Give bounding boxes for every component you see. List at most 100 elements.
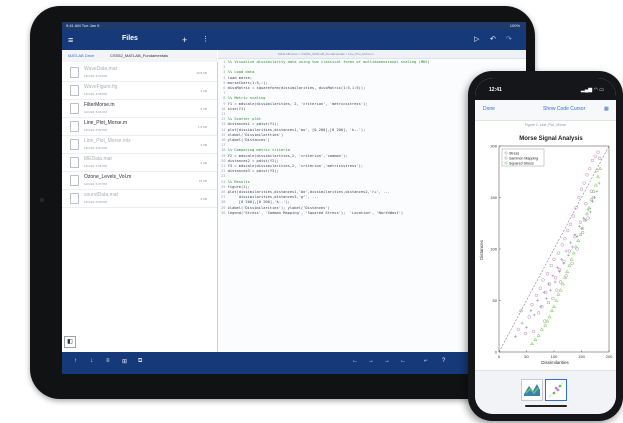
line-number: 28 [221,200,228,205]
code-text: load morse; [227,75,253,80]
grid-icon[interactable]: ▦ [604,106,609,112]
code-text: distances2 = pdist(Y2); [227,158,279,163]
file-row[interactable]: Line_Plot_Morse.mlx 12/1/19, 5:04 PM 3 KB [62,136,217,154]
line-number: 6 [221,86,228,91]
line-number: 10 [221,106,228,111]
file-path: MATLAB Drive > CSS52_MATLAB_Fundamentals… [278,52,374,56]
file-row[interactable]: soundData.mat 12/1/19, 5:09 PM 4 KB [62,190,217,208]
line-number: 9 [221,101,228,106]
plus-icon[interactable]: + [182,35,187,45]
menu-icon[interactable]: ≡ [68,35,73,45]
file-size: 3 KB [200,107,207,111]
code-text: plot(dissimilarities,distances1,'bo',dis… [227,190,390,195]
toolbar-tool-icon[interactable]: ← [352,358,358,364]
file-path-bar: MATLAB Drive > CSS52_MATLAB_Fundamentals… [218,50,526,59]
line-number: 25 [221,184,228,189]
done-button[interactable]: Done [483,106,495,112]
x-tick-label: 150 [578,354,585,359]
code-text: distances3 = pdist(Y3); [227,169,279,174]
code-text: legend('Stress', 'Sammon Mapping', 'Squa… [227,210,404,215]
toolbar-tool-icon[interactable]: ⧉ [138,358,142,365]
line-number: 17 [221,143,228,148]
code-text: xlabel('Dissimilarities'); ylabel('Dista… [227,205,330,210]
figure-thumbnails [475,370,616,414]
toolbar-tool-icon[interactable]: ↓ [90,358,93,364]
toolbar-tool-icon[interactable]: ↑ [74,358,77,364]
file-date: 12/1/19, 5:07 PM [84,182,107,186]
file-size: 16 KB [198,179,207,183]
iphone-screen: 12:41 ▂▄▆ ◠ ▭ Done Show Code Cursor ▦ Fi… [475,78,616,414]
file-date: 12/1/19, 5:04 PM [84,146,107,150]
code-text: %% Visualize dissimilarity data using tw… [227,60,430,64]
file-row[interactable]: Line_Plot_Morse.m 12/1/19, 5:02 PM 1.5 KB [62,118,217,136]
line-number: 26 [221,190,228,195]
undo-icon[interactable]: ↶ [490,35,496,45]
file-size: 3 KB [200,143,207,147]
file-size: 1.5 KB [197,125,207,129]
line-number: 21 [221,164,228,169]
run-icon[interactable]: ▷ [474,35,479,45]
file-date: 12/1/19, 5:05 PM [84,164,107,168]
thumbnail-figure-scatter[interactable] [545,379,567,401]
status-battery: 100% [509,23,520,28]
toolbar-tool-icon[interactable]: ⌐ [424,358,428,364]
line-number: 29 [221,205,228,210]
show-code-cursor-button[interactable]: Show Code Cursor [543,106,585,112]
code-text: size(Y1) [227,106,246,111]
toolbar-tool-icon[interactable]: ≡ [106,358,110,364]
toolbar-tool-icon[interactable]: → [368,358,374,364]
file-name: Line_Plot_Morse.m [84,120,128,126]
y-tick-label: 150 [490,195,497,200]
scatter-chart[interactable]: Morse Signal Analysis Dissimilarities Di… [475,130,616,368]
file-icon [70,67,79,78]
file-name: WaveFigure.fig [84,84,118,90]
file-icon [70,157,79,168]
file-name: WaveData.mat [84,66,117,72]
ipad-screen: 9:41 AM Tue Jan 9 100% ≡ Files + ⋮ ▷ ↶ ↷… [62,22,526,374]
file-icon [70,139,79,150]
file-name: soundData.mat [84,192,118,198]
file-name: MEData.mat [84,156,112,162]
redo-icon[interactable]: ↷ [506,35,512,45]
legend-entry: Stress [509,151,519,155]
file-row[interactable]: WaveFigure.fig 12/1/19, 4:58 PM 3 KB [62,82,217,100]
file-row[interactable]: FilterMorse.m 12/1/19, 5:01 PM 3 KB [62,100,217,118]
line-number: 16 [221,138,228,143]
scatter-plot-icon [548,382,564,398]
surface-plot-icon [524,384,540,396]
file-icon [70,103,79,114]
figure-subtitle: Figure 1: Line_Plot_Morse [524,123,567,127]
file-row[interactable]: Ozone_Levels_Vol.m 12/1/19, 5:07 PM 16 KB [62,172,217,190]
line-number: 23 [221,174,228,179]
line-number: 15 [221,132,228,137]
phone-status-bar: 12:41 ▂▄▆ ◠ ▭ [475,78,616,100]
phone-signal-icons: ▂▄▆ ◠ ▭ [580,87,604,93]
figure-nav-bar: Done Show Code Cursor ▦ [475,100,616,121]
file-row[interactable]: WaveData.mat 12/1/19, 5:03 PM 16.8 KB [62,64,217,82]
x-tick-label: 0 [498,354,501,359]
line-number: 2 [221,65,228,70]
code-text: %% Load data [227,70,255,75]
thumbnail-figure-surface[interactable] [521,379,543,401]
legend-entry: Squared Stress [509,161,534,165]
toolbar-tool-icon[interactable]: → [384,358,390,364]
toolbar-tool-icon[interactable]: ? [442,358,445,364]
toolbar-tool-icon[interactable]: ← [400,358,406,364]
more-icon[interactable]: ⋮ [202,35,209,45]
tab-fundamentals-folder[interactable]: CSS52_MATLAB_Fundamentals [110,53,168,58]
status-time: 9:41 AM Tue Jan 9 [66,23,100,28]
code-text: Y1 = mdscale(dissimilarities, 2, 'criter… [227,101,368,106]
tab-matlab-drive[interactable]: MATLAB Drive [68,53,94,58]
file-size: 16.8 KB [196,71,207,75]
y-tick-label: 50 [493,298,498,303]
line-number: 5 [221,80,228,85]
file-icon [70,85,79,96]
file-icon [70,193,79,204]
toolbar-tool-icon[interactable]: ⊞ [122,358,127,365]
file-row[interactable]: MEData.mat 12/1/19, 5:05 PM 2 KB [62,154,217,172]
x-tick-label: 100 [551,354,558,359]
line-number: 14 [221,127,228,132]
status-bar: 9:41 AM Tue Jan 9 100% [62,22,526,30]
collapse-button[interactable]: ◧ [64,336,76,348]
code-text: %% Scatter plot [227,117,261,122]
